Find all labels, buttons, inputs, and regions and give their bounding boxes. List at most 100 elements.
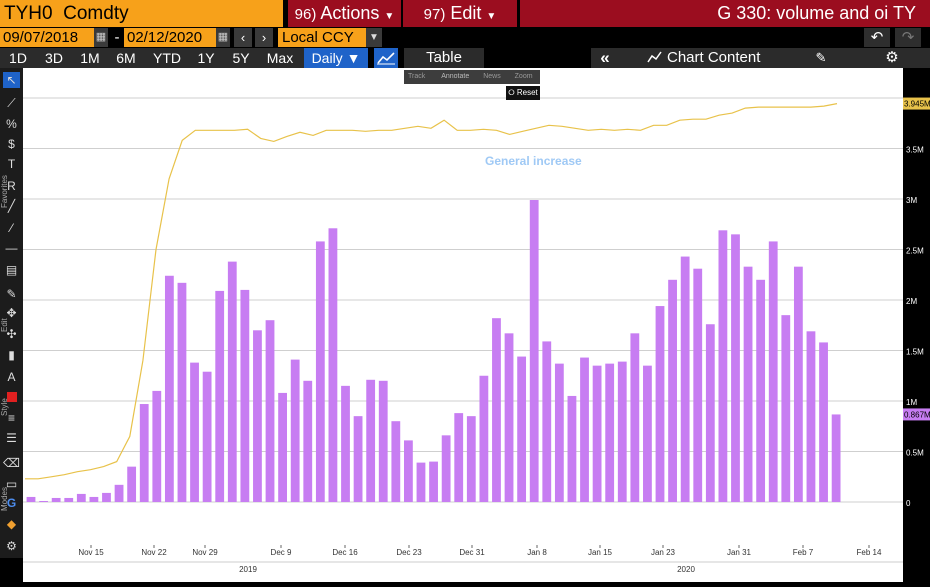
color-mode-icon[interactable]: ◆ [3, 516, 20, 532]
dollar-tool-icon[interactable]: $ [3, 136, 20, 152]
volume-bar [404, 440, 413, 502]
start-date-field[interactable]: 09/07/2018 [0, 28, 94, 47]
annotation-text: General increase [485, 154, 582, 168]
edit-chart-icon[interactable]: ✎ [812, 48, 830, 68]
collapse-icon[interactable]: « [594, 48, 616, 68]
draw-tool-icon[interactable]: ⁄ [3, 220, 20, 236]
volume-bar [592, 365, 602, 502]
sidebar-settings-icon[interactable]: ⚙ [3, 538, 20, 554]
actions-menu-button[interactable]: 96) Actions ▼ [288, 0, 401, 27]
horizontal-line-icon[interactable]: — [3, 240, 20, 256]
actions-label: Actions [320, 3, 380, 23]
line-weight-icon[interactable]: ☰ [3, 430, 20, 446]
redo-icon[interactable]: ↷ [895, 28, 921, 47]
eraser-tool-icon[interactable]: ⌫ [3, 455, 20, 471]
volume-bar [114, 484, 124, 502]
actions-caret-icon: ▼ [384, 11, 395, 22]
chart-tools-bar: Track Annotate News Zoom [404, 70, 540, 84]
x-tick-label: Nov 15 [78, 548, 104, 557]
volume-bar [253, 330, 262, 502]
favorites-label: Favorites [0, 175, 9, 209]
percent-tool-icon[interactable]: % [3, 116, 20, 132]
x-tick-label: Nov 29 [192, 548, 218, 557]
volume-bar [315, 241, 325, 503]
annotate-tool[interactable]: Annotate [441, 73, 469, 80]
volume-bar [51, 497, 61, 502]
actions-number: 96) [294, 6, 317, 23]
volume-bar [89, 496, 99, 502]
delete-tool-icon[interactable]: ▮ [3, 347, 20, 363]
volume-bar [164, 275, 174, 502]
year-label: 2019 [239, 565, 257, 574]
volume-bar [705, 324, 715, 502]
currency-field[interactable]: Local CCY [278, 28, 366, 47]
table-button[interactable]: Table [404, 48, 484, 68]
security-ticker-field[interactable]: TYH0 Comdty [0, 0, 283, 27]
volume-bar [328, 228, 338, 503]
volume-bar [630, 333, 640, 502]
start-calendar-icon[interactable]: ▦ [94, 28, 108, 47]
volume-bar [479, 375, 489, 502]
frequency-dropdown[interactable]: Daily ▼ [304, 48, 368, 68]
volume-bar [152, 390, 162, 502]
period-6m-button[interactable]: 6M [112, 48, 140, 68]
prev-period-button[interactable]: ‹ [234, 28, 252, 47]
currency-dropdown-icon[interactable]: ▼ [366, 28, 382, 47]
chart-plot-area[interactable]: General increase [23, 68, 903, 545]
period-ytd-button[interactable]: YTD [148, 48, 186, 68]
volume-bar [240, 289, 250, 502]
x-tick-label: Dec 31 [459, 548, 485, 557]
volume-bar [693, 268, 703, 502]
y-tick-label: 1.5M [906, 348, 924, 357]
volume-bar [227, 261, 237, 502]
modes-label: Modes [0, 487, 9, 512]
line-chart-icon[interactable] [374, 48, 398, 68]
reset-label: Reset [516, 88, 538, 97]
period-5y-button[interactable]: 5Y [226, 48, 256, 68]
chart-title: G 330: volume and oi TY [520, 0, 930, 27]
volume-bar [391, 421, 401, 502]
volume-bar [806, 331, 816, 502]
volume-bar [76, 493, 86, 502]
settings-gear-icon[interactable]: ⚙ [882, 48, 902, 68]
volume-bar [793, 266, 803, 502]
end-calendar-icon[interactable]: ▦ [216, 28, 230, 47]
volume-bar [265, 320, 275, 502]
x-tick-label: Jan 23 [651, 548, 676, 557]
track-tool[interactable]: Track [408, 73, 425, 80]
channel-tool-icon[interactable]: ▤ [3, 262, 20, 278]
x-tick-label: Dec 23 [396, 548, 422, 557]
zoom-tool[interactable]: Zoom [515, 73, 533, 80]
pen-tool-icon[interactable]: ✎ [3, 286, 20, 302]
pointer-tool-icon[interactable]: ↖ [3, 72, 20, 88]
y-tick-label: 1M [906, 398, 917, 407]
period-3d-button[interactable]: 3D [40, 48, 68, 68]
next-period-button[interactable]: › [255, 28, 273, 47]
date-separator: - [114, 29, 120, 46]
ticker-text: TYH0 [4, 3, 53, 24]
period-1m-button[interactable]: 1M [76, 48, 104, 68]
edit-caret-icon: ▼ [486, 11, 497, 22]
period-1d-button[interactable]: 1D [4, 48, 32, 68]
last-oi-tag: 3.945M [904, 100, 930, 109]
x-tick-label: Jan 15 [588, 548, 613, 557]
edit-label: Edit [450, 3, 482, 23]
year-label: 2020 [677, 565, 695, 574]
chart-content-button[interactable]: Chart Content [667, 48, 777, 68]
font-tool-icon[interactable]: A [3, 369, 20, 385]
volume-bar [756, 279, 766, 502]
news-tool[interactable]: News [483, 73, 501, 80]
line-tool-icon[interactable]: ⟋ [3, 95, 20, 111]
period-1y-button[interactable]: 1Y [192, 48, 220, 68]
volume-bar [819, 342, 828, 502]
x-tick-label: Jan 8 [527, 548, 547, 557]
volume-oi-chart: General increase [23, 97, 903, 503]
volume-bar [353, 416, 363, 502]
period-max-button[interactable]: Max [262, 48, 298, 68]
edit-menu-button[interactable]: 97) Edit ▼ [403, 0, 517, 27]
y-tick-label: 3M [906, 196, 917, 205]
volume-bar [781, 315, 791, 502]
reset-zoom-button[interactable]: ⭘ Reset [506, 86, 540, 100]
end-date-field[interactable]: 02/12/2020 [124, 28, 216, 47]
undo-icon[interactable]: ↶ [864, 28, 890, 47]
